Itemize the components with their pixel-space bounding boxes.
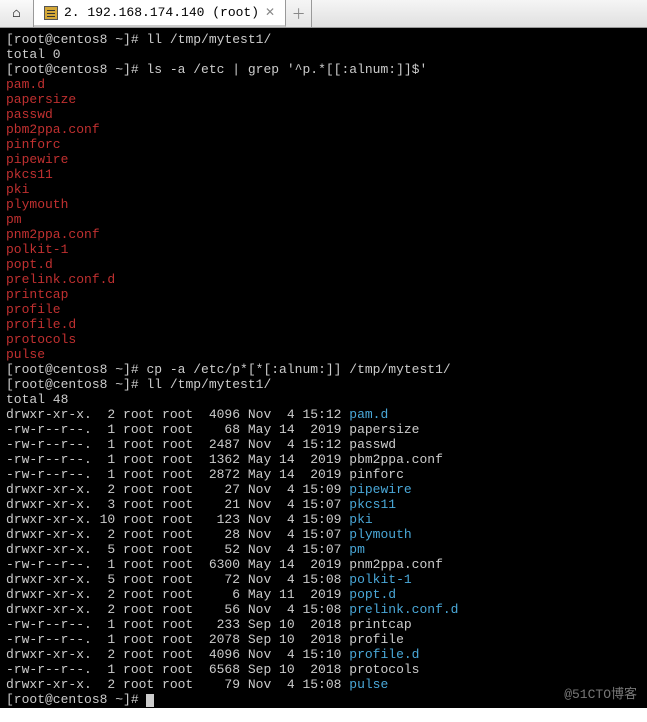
table-row: drwxr-xr-x. 5 root root 72 Nov 4 15:08 bbox=[6, 572, 349, 587]
table-row: drwxr-xr-x. 2 root root 4096 Nov 4 15:12 bbox=[6, 407, 349, 422]
home-icon: ⌂ bbox=[12, 6, 20, 22]
command: ll /tmp/mytest1/ bbox=[146, 377, 271, 392]
list-item: pkcs11 bbox=[6, 167, 53, 182]
table-row: -rw-r--r--. 1 root root 68 May 14 2019 bbox=[6, 422, 349, 437]
file-name: plymouth bbox=[349, 527, 411, 542]
list-item: passwd bbox=[6, 107, 53, 122]
file-name: pnm2ppa.conf bbox=[349, 557, 443, 572]
table-row: drwxr-xr-x. 5 root root 52 Nov 4 15:07 bbox=[6, 542, 349, 557]
command: ls -a /etc | grep '^p.*[[:alnum:]]$' bbox=[146, 62, 427, 77]
table-row: -rw-r--r--. 1 root root 6300 May 14 2019 bbox=[6, 557, 349, 572]
file-name: passwd bbox=[349, 437, 396, 452]
list-item: papersize bbox=[6, 92, 76, 107]
file-name: pm bbox=[349, 542, 365, 557]
table-row: drwxr-xr-x. 2 root root 27 Nov 4 15:09 bbox=[6, 482, 349, 497]
table-row: drwxr-xr-x. 2 root root 4096 Nov 4 15:10 bbox=[6, 647, 349, 662]
list-item: pbm2ppa.conf bbox=[6, 122, 100, 137]
tool-icon bbox=[44, 6, 58, 20]
list-item: pinforc bbox=[6, 137, 61, 152]
file-name: papersize bbox=[349, 422, 419, 437]
table-row: drwxr-xr-x. 10 root root 123 Nov 4 15:09 bbox=[6, 512, 349, 527]
output-line: total 0 bbox=[6, 47, 61, 62]
file-name: polkit-1 bbox=[349, 572, 411, 587]
output-line: total 48 bbox=[6, 392, 68, 407]
file-name: protocols bbox=[349, 662, 419, 677]
file-name: pulse bbox=[349, 677, 388, 692]
ll-output: drwxr-xr-x. 2 root root 4096 Nov 4 15:12… bbox=[6, 407, 641, 692]
home-tab[interactable]: ⌂ bbox=[0, 0, 34, 27]
list-item: pnm2ppa.conf bbox=[6, 227, 100, 242]
list-item: pm bbox=[6, 212, 22, 227]
tab-bar: ⌂ 2. 192.168.174.140 (root) ✕ ＋ bbox=[0, 0, 647, 28]
file-name: pam.d bbox=[349, 407, 388, 422]
list-item: profile.d bbox=[6, 317, 76, 332]
file-name: pkcs11 bbox=[349, 497, 396, 512]
table-row: -rw-r--r--. 1 root root 2872 May 14 2019 bbox=[6, 467, 349, 482]
add-tab[interactable]: ＋ bbox=[286, 0, 312, 27]
list-item: plymouth bbox=[6, 197, 68, 212]
table-row: drwxr-xr-x. 2 root root 6 May 11 2019 bbox=[6, 587, 349, 602]
list-item: pipewire bbox=[6, 152, 68, 167]
table-row: drwxr-xr-x. 2 root root 28 Nov 4 15:07 bbox=[6, 527, 349, 542]
plus-icon: ＋ bbox=[292, 4, 306, 24]
terminal[interactable]: [root@centos8 ~]# ll /tmp/mytest1/ total… bbox=[0, 28, 647, 708]
file-name: pki bbox=[349, 512, 372, 527]
list-item: pam.d bbox=[6, 77, 45, 92]
command: ll /tmp/mytest1/ bbox=[146, 32, 271, 47]
file-name: profile bbox=[349, 632, 404, 647]
list-item: polkit-1 bbox=[6, 242, 68, 257]
file-name: pbm2ppa.conf bbox=[349, 452, 443, 467]
table-row: -rw-r--r--. 1 root root 2078 Sep 10 2018 bbox=[6, 632, 349, 647]
cursor bbox=[146, 694, 154, 707]
grep-output: pam.d papersize passwd pbm2ppa.conf pinf… bbox=[6, 77, 641, 362]
list-item: protocols bbox=[6, 332, 76, 347]
tab-title: 2. 192.168.174.140 (root) bbox=[64, 5, 259, 20]
command: cp -a /etc/p*[*[:alnum:]] /tmp/mytest1/ bbox=[146, 362, 450, 377]
table-row: -rw-r--r--. 1 root root 1362 May 14 2019 bbox=[6, 452, 349, 467]
file-name: pinforc bbox=[349, 467, 404, 482]
session-tab[interactable]: 2. 192.168.174.140 (root) ✕ bbox=[34, 0, 286, 27]
prompt: [root@centos8 ~]# bbox=[6, 32, 146, 47]
table-row: drwxr-xr-x. 3 root root 21 Nov 4 15:07 bbox=[6, 497, 349, 512]
table-row: -rw-r--r--. 1 root root 233 Sep 10 2018 bbox=[6, 617, 349, 632]
table-row: drwxr-xr-x. 2 root root 79 Nov 4 15:08 bbox=[6, 677, 349, 692]
list-item: popt.d bbox=[6, 257, 53, 272]
list-item: pki bbox=[6, 182, 29, 197]
list-item: pulse bbox=[6, 347, 45, 362]
close-tab[interactable]: ✕ bbox=[265, 5, 275, 20]
prompt: [root@centos8 ~]# bbox=[6, 377, 146, 392]
prompt: [root@centos8 ~]# bbox=[6, 62, 146, 77]
table-row: -rw-r--r--. 1 root root 6568 Sep 10 2018 bbox=[6, 662, 349, 677]
prompt: [root@centos8 ~]# bbox=[6, 362, 146, 377]
file-name: profile.d bbox=[349, 647, 419, 662]
file-name: popt.d bbox=[349, 587, 396, 602]
watermark: @51CTO博客 bbox=[564, 687, 637, 702]
list-item: printcap bbox=[6, 287, 68, 302]
file-name: prelink.conf.d bbox=[349, 602, 458, 617]
list-item: prelink.conf.d bbox=[6, 272, 115, 287]
table-row: -rw-r--r--. 1 root root 2487 Nov 4 15:12 bbox=[6, 437, 349, 452]
file-name: pipewire bbox=[349, 482, 411, 497]
prompt: [root@centos8 ~]# bbox=[6, 692, 146, 707]
list-item: profile bbox=[6, 302, 61, 317]
file-name: printcap bbox=[349, 617, 411, 632]
table-row: drwxr-xr-x. 2 root root 56 Nov 4 15:08 bbox=[6, 602, 349, 617]
